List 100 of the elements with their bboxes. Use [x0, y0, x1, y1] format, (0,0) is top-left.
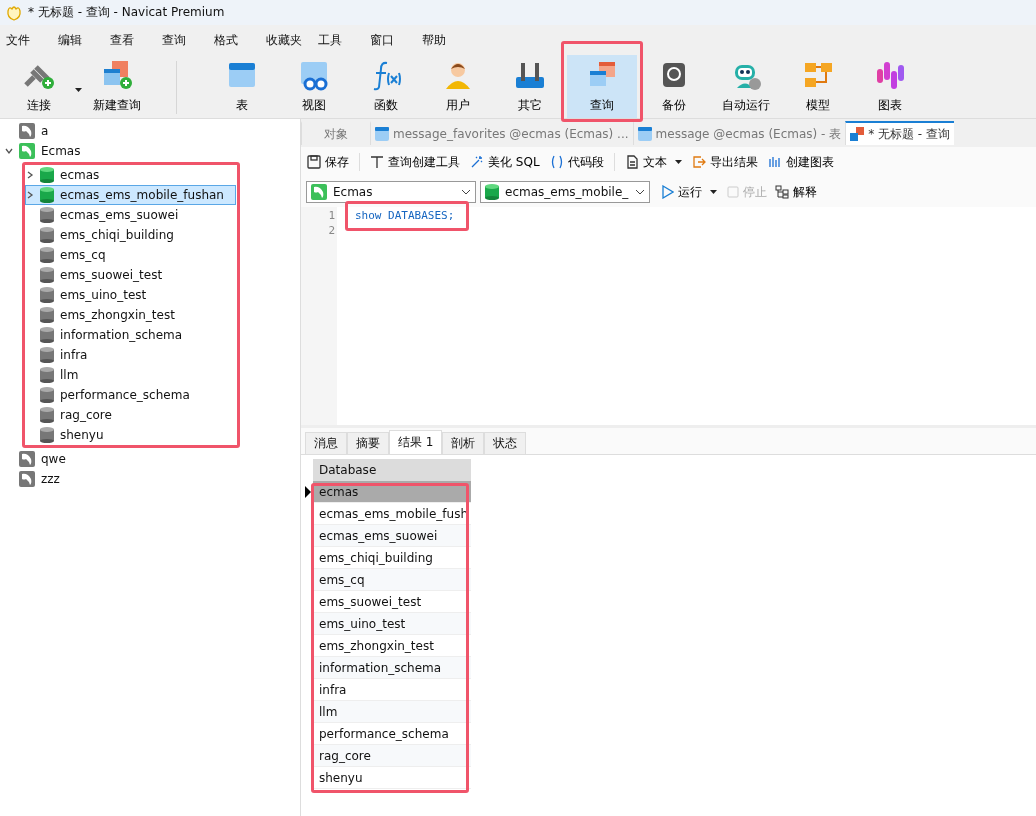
toolbar-button[interactable]: 美化 SQL [470, 153, 540, 171]
result-tab[interactable]: 状态 [484, 432, 527, 454]
tree-label: ems_uino_test [60, 288, 147, 302]
tree-label: ecmas_ems_suowei [60, 208, 179, 222]
database-icon [40, 287, 54, 303]
toolbar-button[interactable]: 函数 [351, 55, 421, 118]
toolbar-button[interactable]: 连接 [10, 55, 68, 118]
line-number: 2 [327, 224, 336, 239]
tree-label: ecmas_ems_mobile_fushan [60, 188, 224, 202]
menu-item[interactable]: 格式 [212, 31, 264, 49]
tree-label: ems_zhongxin_test [60, 308, 175, 322]
table-cell: llm [313, 701, 471, 723]
tree-item[interactable]: ems_zhongxin_test [25, 305, 236, 325]
toolbar-button[interactable]: 视图 [279, 55, 349, 118]
database-icon [40, 267, 54, 283]
menu-item[interactable]: 查看 [108, 31, 160, 49]
wand-icon [470, 155, 484, 169]
toolbar-button[interactable]: 导出结果 [691, 153, 758, 171]
database-icon [40, 167, 54, 183]
menu-item[interactable]: 查询 [160, 31, 212, 49]
document-tab[interactable]: 对象 [301, 121, 370, 145]
database-icon [40, 347, 54, 363]
toolbar-button[interactable]: 表 [207, 55, 277, 118]
toolbar-button[interactable]: 模型 [783, 55, 853, 118]
dropdown-arrow-icon [75, 88, 82, 92]
document-tab[interactable]: message_favorites @ecmas (Ecmas) ... [370, 121, 633, 145]
toolbar-button[interactable]: 创建图表 [767, 153, 834, 171]
toolbar-button[interactable]: 代码段 [549, 153, 604, 171]
tree-label: performance_schema [60, 388, 190, 402]
toolbar-button[interactable]: 新建查询 [88, 55, 146, 118]
parentheses-icon [549, 155, 564, 169]
tree-item[interactable]: Ecmas [0, 141, 299, 161]
result-tab[interactable]: 摘要 [347, 432, 389, 454]
toolbar-button[interactable]: 其它 [495, 55, 565, 118]
query-icon [850, 127, 865, 141]
database-icon [40, 367, 54, 383]
tree-label: information_schema [60, 328, 183, 342]
menu-item[interactable]: 编辑 [56, 31, 108, 49]
menu-item[interactable]: 文件 [4, 31, 56, 49]
tree-item[interactable]: rag_core [25, 405, 236, 425]
tree-item[interactable]: ems_suowei_test [25, 265, 236, 285]
database-icon [40, 327, 54, 343]
result-tab[interactable]: 剖析 [442, 432, 485, 454]
database-dropdown[interactable]: ecmas_ems_mobile_ [480, 181, 650, 203]
dropdown-arrow-icon [674, 160, 682, 164]
database-icon [40, 227, 54, 243]
toolbar-button[interactable]: 图表 [855, 55, 925, 118]
tree-item[interactable]: ems_chiqi_building [25, 225, 236, 245]
toolbar-button[interactable]: 文本 [624, 153, 682, 171]
tree-item[interactable]: infra [25, 345, 236, 365]
table-cell: ems_uino_test [313, 613, 471, 635]
tree-item[interactable]: ecmas_ems_mobile_fushan [25, 185, 236, 205]
explain-button[interactable]: 解释 [775, 183, 817, 201]
tree-item[interactable]: qwe [0, 449, 299, 469]
toolbar-button[interactable]: 保存 [307, 153, 349, 171]
connection-icon [19, 451, 35, 467]
table-cell: ems_cq [313, 569, 471, 591]
result-tab[interactable]: 结果 1 [389, 430, 443, 454]
tree-item[interactable]: ecmas_ems_suowei [25, 205, 236, 225]
tree-item[interactable]: performance_schema [25, 385, 236, 405]
tree-item[interactable]: shenyu [25, 425, 236, 445]
flow-icon [775, 185, 789, 199]
toolbar-button[interactable]: 用户 [423, 55, 493, 118]
run-button[interactable]: 运行 [662, 183, 717, 201]
tree-item[interactable]: zzz [0, 469, 299, 489]
toolbar-button[interactable]: 查询创建工具 [370, 153, 460, 171]
document-tab[interactable]: * 无标题 - 查询 [845, 121, 954, 145]
document-tab[interactable]: message @ecmas (Ecmas) - 表 [632, 121, 846, 145]
connection-icon [19, 471, 35, 487]
tree-item[interactable]: ems_uino_test [25, 285, 236, 305]
play-icon [662, 185, 674, 199]
database-icon [40, 427, 54, 443]
menu-item[interactable]: 窗口 [368, 31, 420, 49]
tree-item[interactable]: information_schema [25, 325, 236, 345]
tree-label: llm [60, 368, 79, 382]
tree-label: a [41, 124, 49, 138]
chevron-down-icon [635, 189, 645, 195]
connection-dropdown[interactable]: Ecmas [306, 181, 476, 203]
hammer-icon [370, 155, 384, 169]
tree-item[interactable]: ems_cq [25, 245, 236, 265]
menu-item[interactable]: 收藏夹 [264, 31, 316, 49]
tree-label: shenyu [60, 428, 104, 442]
tree-item[interactable]: ecmas [25, 165, 236, 185]
toolbar-button[interactable]: 自动运行 [711, 55, 781, 118]
tree-item[interactable]: llm [25, 365, 236, 385]
tree-item[interactable]: a [0, 121, 299, 141]
result-tab[interactable]: 消息 [305, 432, 347, 454]
toolbar-button[interactable]: 查询 [567, 55, 637, 118]
tree-label: ecmas [60, 168, 100, 182]
table-icon [637, 127, 652, 141]
caret-icon [26, 191, 34, 199]
table-cell: information_schema [313, 657, 471, 679]
line-number: 1 [327, 209, 336, 224]
caret-icon [5, 147, 13, 155]
toolbar-button[interactable]: 备份 [639, 55, 709, 118]
table-cell: rag_core [313, 745, 471, 767]
menu-item[interactable]: 工具 [316, 31, 368, 49]
column-header[interactable]: Database [313, 459, 471, 481]
database-icon [40, 247, 54, 263]
menu-item[interactable]: 帮助 [420, 31, 472, 49]
